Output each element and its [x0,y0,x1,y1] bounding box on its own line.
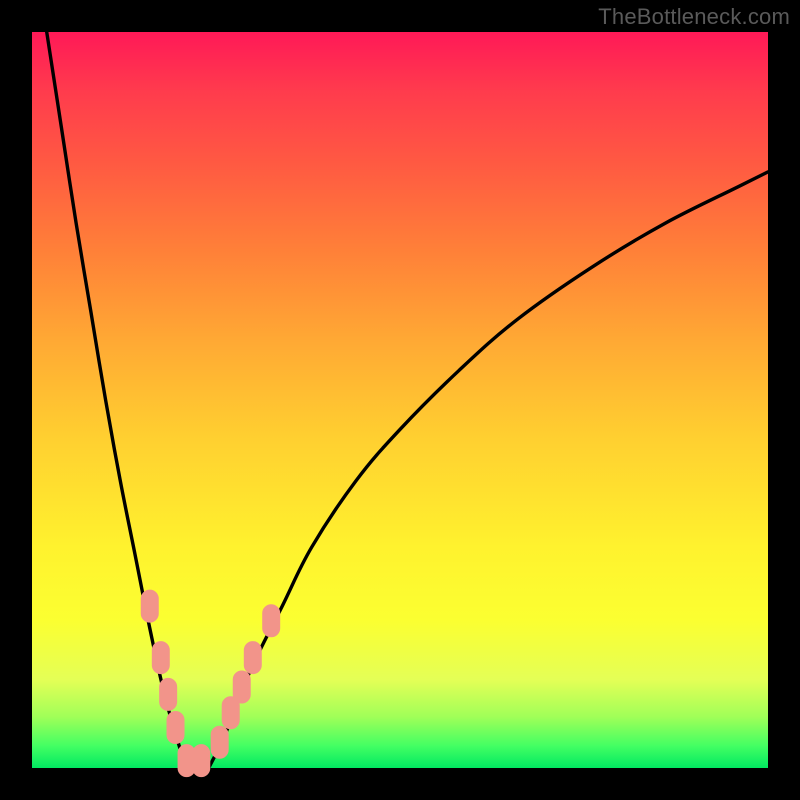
marker [193,745,210,777]
right-curve [209,172,768,768]
marker [141,590,158,622]
marker [263,605,280,637]
chart-frame: TheBottleneck.com [0,0,800,800]
marker [233,671,250,703]
marker [152,642,169,674]
series-right-branch [209,172,768,768]
marker-group [141,590,279,777]
marker [167,712,184,744]
attribution-text: TheBottleneck.com [598,6,790,28]
marker [211,726,228,758]
chart-svg [32,32,768,768]
marker [244,642,261,674]
marker [160,678,177,710]
